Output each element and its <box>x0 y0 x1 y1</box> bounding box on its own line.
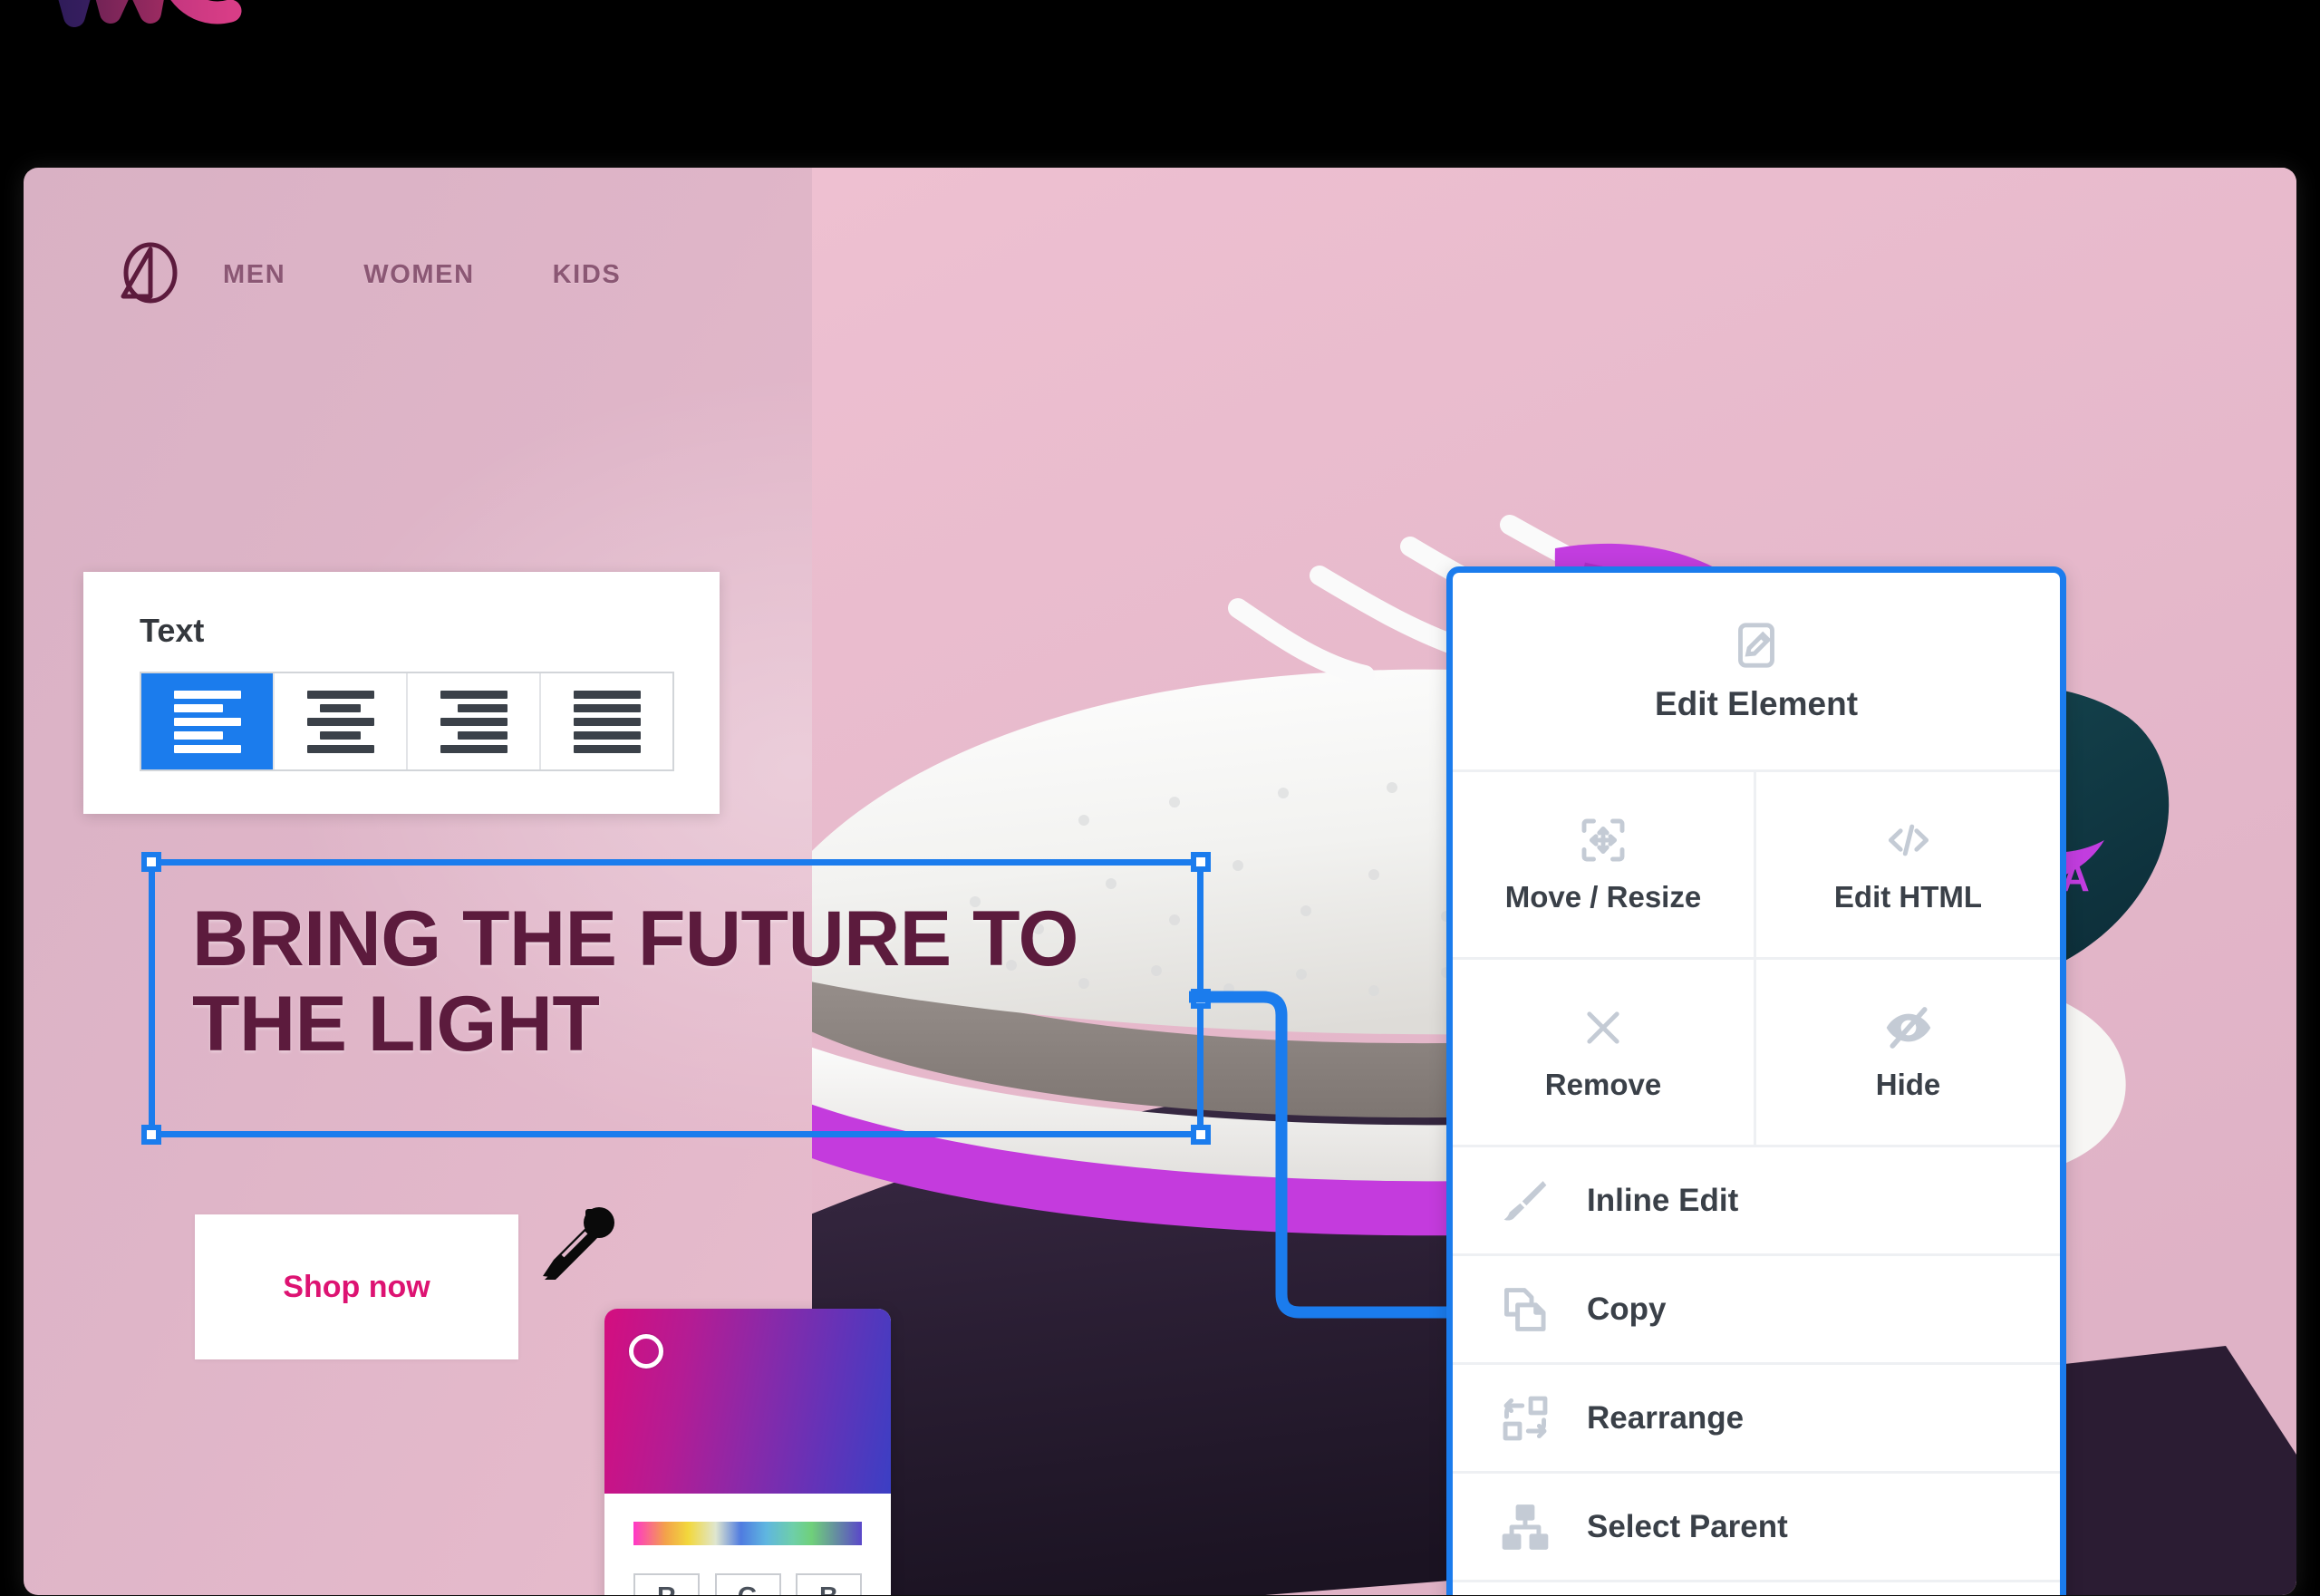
align-justify-button[interactable] <box>541 673 672 769</box>
track-clicks-row[interactable]: Track Clicks <box>1453 1582 2060 1595</box>
align-left-icon <box>173 690 241 753</box>
site-navigation: MEN WOMEN KIDS <box>114 240 621 309</box>
editor-canvas: N A MEN WOMEN KIDS BRING THE FUTURE TO <box>24 168 2296 1595</box>
nav-item-kids[interactable]: KIDS <box>553 260 622 290</box>
edit-html-label: Edit HTML <box>1833 880 1983 914</box>
hierarchy-icon <box>1500 1502 1551 1552</box>
hide-label: Hide <box>1875 1068 1941 1101</box>
inline-edit-label: Inline Edit <box>1587 1182 1739 1218</box>
edit-html-button[interactable]: Edit HTML <box>1756 772 2060 960</box>
align-right-button[interactable] <box>408 673 541 769</box>
align-center-button[interactable] <box>275 673 408 769</box>
eye-slash-icon <box>1883 1002 1934 1053</box>
inline-edit-row[interactable]: Inline Edit <box>1453 1147 2060 1256</box>
screenshot-stage: N A MEN WOMEN KIDS BRING THE FUTURE TO <box>0 0 2320 1596</box>
eyedropper-icon[interactable] <box>536 1204 619 1287</box>
select-parent-label: Select Parent <box>1587 1508 1788 1544</box>
shop-now-label: Shop now <box>283 1269 430 1304</box>
resize-handle-top-right[interactable] <box>1191 852 1211 872</box>
rearrange-label: Rearrange <box>1587 1399 1745 1436</box>
copy-documents-icon <box>1500 1284 1551 1335</box>
shop-brand-logo-icon[interactable] <box>114 240 183 309</box>
selection-edge-left <box>149 859 155 1137</box>
copy-row[interactable]: Copy <box>1453 1256 2060 1365</box>
nav-item-men[interactable]: MEN <box>223 260 285 290</box>
color-saturation-area[interactable] <box>604 1309 891 1494</box>
text-alignment-group <box>140 672 674 771</box>
paintbrush-icon <box>1500 1175 1551 1226</box>
hue-slider[interactable] <box>633 1522 862 1545</box>
pencil-square-icon <box>1731 620 1782 671</box>
red-channel-field[interactable]: R <box>633 1573 700 1595</box>
rearrange-row[interactable]: Rearrange <box>1453 1365 2060 1474</box>
remove-label: Remove <box>1544 1068 1662 1101</box>
vwo-logo <box>36 0 290 83</box>
text-format-panel: Text <box>83 572 720 814</box>
move-resize-label: Move / Resize <box>1504 880 1702 914</box>
edit-element-label: Edit Element <box>1654 684 1859 722</box>
shop-now-button[interactable]: Shop now <box>195 1214 518 1359</box>
align-right-icon <box>440 690 508 753</box>
rgb-fields: R G B <box>633 1573 862 1595</box>
color-cursor-ring-icon[interactable] <box>629 1334 663 1369</box>
context-menu-grid: Move / Resize Edit HTML Remove Hide <box>1453 772 2060 1147</box>
align-justify-icon <box>573 690 641 753</box>
element-context-menu: Edit Element Move / Resize Edit HTML Rem… <box>1446 566 2066 1595</box>
selection-menu-connector <box>1184 979 1483 1328</box>
move-resize-icon <box>1578 815 1629 866</box>
align-center-icon <box>306 690 374 753</box>
selected-element-frame[interactable]: BRING THE FUTURE TO THE LIGHT <box>141 852 1211 1145</box>
rearrange-swap-icon <box>1500 1393 1551 1444</box>
color-picker-panel[interactable]: R G B <box>604 1309 891 1595</box>
move-resize-button[interactable]: Move / Resize <box>1453 772 1756 960</box>
select-parent-row[interactable]: Select Parent <box>1453 1474 2060 1582</box>
selection-edge-top <box>149 859 1204 866</box>
resize-handle-top-left[interactable] <box>141 852 161 872</box>
green-channel-field[interactable]: G <box>714 1573 781 1595</box>
copy-label: Copy <box>1587 1291 1667 1327</box>
align-left-button[interactable] <box>141 673 275 769</box>
close-x-icon <box>1578 1002 1629 1053</box>
text-panel-title: Text <box>140 612 205 649</box>
resize-handle-bottom-left[interactable] <box>141 1125 161 1145</box>
nav-item-women[interactable]: WOMEN <box>363 260 474 290</box>
selection-edge-bottom <box>149 1131 1204 1137</box>
hide-button[interactable]: Hide <box>1756 960 2060 1147</box>
code-brackets-icon <box>1883 815 1934 866</box>
hero-headline: BRING THE FUTURE TO THE LIGHT <box>192 895 1078 1068</box>
blue-channel-field[interactable]: B <box>796 1573 862 1595</box>
edit-element-button[interactable]: Edit Element <box>1453 573 2060 772</box>
remove-button[interactable]: Remove <box>1453 960 1756 1147</box>
